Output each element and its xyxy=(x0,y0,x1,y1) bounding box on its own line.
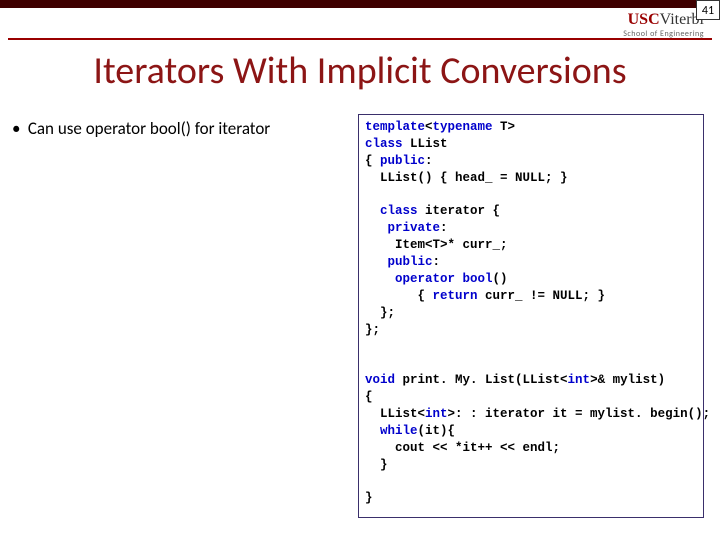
code-kw: template xyxy=(365,120,425,134)
code-kw: int xyxy=(568,373,591,387)
code-kw: private xyxy=(365,221,440,235)
code-kw: operator xyxy=(365,272,455,286)
code-kw: typename xyxy=(433,120,493,134)
code-text: { xyxy=(365,390,373,404)
code-kw: void xyxy=(365,373,395,387)
page-number: 41 xyxy=(696,0,720,20)
code-text: : xyxy=(425,154,433,168)
code-kw: bool xyxy=(463,272,493,286)
code-kw: while xyxy=(365,424,418,438)
bullet-list: • Can use operator bool() for iterator xyxy=(12,118,270,139)
code-kw: public xyxy=(380,154,425,168)
bullet-dot: • xyxy=(12,118,24,139)
code-text: print. My. List(LList< xyxy=(395,373,568,387)
code-text: iterator { xyxy=(418,204,501,218)
code-kw: public xyxy=(365,255,433,269)
code-text: { xyxy=(365,289,433,303)
logo-sub: School of Engineering xyxy=(623,30,704,38)
bullet-text: Can use operator bool() for iterator xyxy=(28,118,270,139)
code-text: Item<T>* curr_; xyxy=(365,238,508,252)
logo: USCViterbi School of Engineering xyxy=(623,12,704,38)
code-text: < xyxy=(425,120,433,134)
code-kw: class xyxy=(365,204,418,218)
code-block: template<typename T> class LList { publi… xyxy=(358,114,704,518)
code-text: >& mylist) xyxy=(590,373,665,387)
code-text: }; xyxy=(365,323,380,337)
code-text: LList xyxy=(403,137,448,151)
top-bar xyxy=(0,0,720,8)
code-text: (it){ xyxy=(418,424,456,438)
code-text: { xyxy=(365,154,380,168)
horizontal-rule xyxy=(8,38,712,40)
code-text: cout << *it++ << endl; xyxy=(365,441,560,455)
code-text: LList< xyxy=(365,407,425,421)
code-text xyxy=(455,272,463,286)
code-kw: int xyxy=(425,407,448,421)
code-text: } xyxy=(365,491,373,505)
logo-usc: USC xyxy=(628,11,660,28)
code-text: LList() { head_ = NULL; } xyxy=(365,171,568,185)
code-text: : xyxy=(433,255,441,269)
code-text: curr_ != NULL; } xyxy=(478,289,606,303)
code-text: } xyxy=(365,458,388,472)
code-text: T> xyxy=(493,120,516,134)
code-text: () xyxy=(493,272,508,286)
code-text: }; xyxy=(365,306,395,320)
code-kw: class xyxy=(365,137,403,151)
code-text: >: : iterator it = mylist. begin(); xyxy=(448,407,711,421)
code-text: : xyxy=(440,221,448,235)
code-kw: return xyxy=(433,289,478,303)
slide-title: Iterators With Implicit Conversions xyxy=(0,48,720,94)
